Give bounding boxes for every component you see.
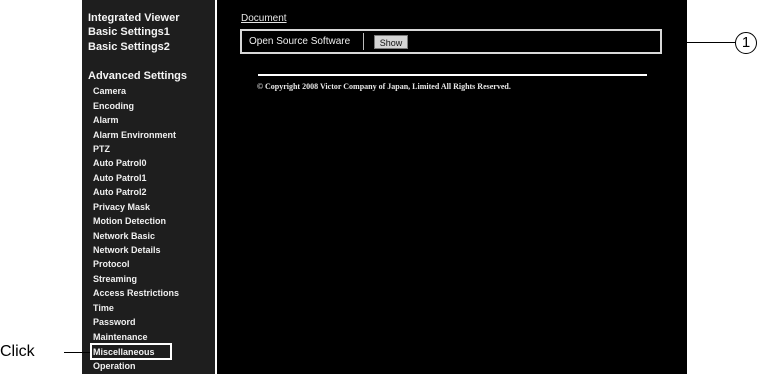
nav-integrated-viewer[interactable]: Integrated Viewer bbox=[88, 12, 180, 24]
nav-basic-settings2[interactable]: Basic Settings2 bbox=[88, 41, 170, 53]
nav-item-maintenance[interactable]: Maintenance bbox=[93, 332, 148, 342]
nav-item-network-basic[interactable]: Network Basic bbox=[93, 231, 155, 241]
click-annotation-label: Click bbox=[0, 343, 35, 360]
copyright-notice: © Copyright 2008 Victor Company of Japan… bbox=[257, 82, 511, 91]
nav-item-auto-patrol0[interactable]: Auto Patrol0 bbox=[93, 158, 147, 168]
row-divider bbox=[363, 33, 364, 50]
nav-item-network-details[interactable]: Network Details bbox=[93, 245, 161, 255]
miscellaneous-highlight-box bbox=[90, 343, 172, 360]
nav-item-access-restrictions[interactable]: Access Restrictions bbox=[93, 288, 179, 298]
nav-item-protocol[interactable]: Protocol bbox=[93, 259, 130, 269]
open-source-software-label: Open Source Software bbox=[249, 36, 351, 47]
nav-item-privacy-mask[interactable]: Privacy Mask bbox=[93, 202, 150, 212]
nav-item-alarm[interactable]: Alarm bbox=[93, 115, 119, 125]
nav-item-auto-patrol2[interactable]: Auto Patrol2 bbox=[93, 187, 147, 197]
nav-item-time[interactable]: Time bbox=[93, 303, 114, 313]
nav-item-motion-detection[interactable]: Motion Detection bbox=[93, 216, 166, 226]
document-row: Open Source Software Show bbox=[240, 29, 662, 54]
nav-item-alarm-environment[interactable]: Alarm Environment bbox=[93, 130, 176, 140]
click-leader-line bbox=[64, 352, 90, 353]
nav-advanced-settings-heading[interactable]: Advanced Settings bbox=[88, 70, 187, 82]
nav-item-encoding[interactable]: Encoding bbox=[93, 101, 134, 111]
nav-item-streaming[interactable]: Streaming bbox=[93, 274, 137, 284]
sidebar-nav: Integrated Viewer Basic Settings1 Basic … bbox=[82, 0, 215, 374]
nav-item-auto-patrol1[interactable]: Auto Patrol1 bbox=[93, 173, 147, 183]
main-content: Document Open Source Software Show © Cop… bbox=[217, 0, 687, 374]
nav-item-operation[interactable]: Operation bbox=[93, 361, 136, 371]
document-section-title: Document bbox=[241, 13, 287, 24]
nav-item-password[interactable]: Password bbox=[93, 317, 136, 327]
callout-number-badge: 1 bbox=[735, 32, 757, 54]
nav-item-camera[interactable]: Camera bbox=[93, 86, 126, 96]
callout-leader-line bbox=[662, 42, 735, 43]
nav-item-ptz[interactable]: PTZ bbox=[93, 144, 110, 154]
nav-basic-settings1[interactable]: Basic Settings1 bbox=[88, 26, 170, 38]
show-button[interactable]: Show bbox=[374, 35, 408, 49]
horizontal-rule bbox=[258, 74, 647, 76]
